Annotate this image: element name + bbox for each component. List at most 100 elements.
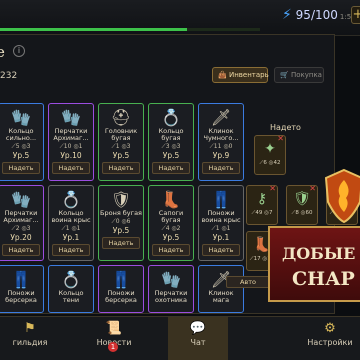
equip-button[interactable]: Надеть [52,244,90,256]
pants-icon: 👖 [111,270,131,289]
item-level: Ур.5 [162,151,180,160]
bottom-nav: ⚑ гильдия 📜Новости1 💬 Чат ⚙ Настройки [0,316,360,360]
item-name-line-2: воина крыс [201,216,241,224]
item-stats: ⟋11 ◎0 [209,143,233,150]
item-level: Ур.20 [10,233,32,242]
nav-item-scroll[interactable]: 📜Новости1 [84,317,144,360]
item-card[interactable]: 💍 Кольцо бугая ⟋3 ◎3 Ур.5 Надеть [148,103,194,181]
unequip-icon[interactable]: ✕ [277,134,284,143]
item-stats: ⟋3 ◎3 [161,143,181,150]
item-name-line-2: Архимаг... [53,134,89,142]
equipped-slot[interactable]: ✕ ✦ ⟋6 ◎42 [254,134,286,175]
equip-button[interactable]: Надеть [202,162,240,174]
item-card[interactable]: 🧤 Кольцо сильно... ⟋5 ◎3 Ур.5 Надеть [0,103,44,181]
item-level: Ур.5 [112,226,130,235]
equipped-stats: ⟋8 ◎60 [291,210,313,216]
auto-equip-button[interactable]: Авто [226,276,270,288]
promo-line-2: СНАР [292,268,355,290]
scroll-icon: 📜 [105,321,123,336]
xp-bar-fill [0,28,188,31]
equip-button[interactable]: Надеть [2,244,40,256]
equip-button[interactable]: Надеть [52,162,90,174]
gloves-icon: 🧤 [11,190,31,209]
item-card[interactable]: 🗡 Клинок мага [198,265,244,313]
energy-counter: ⚡ 95/100 1:53 [282,7,356,23]
item-card[interactable]: 👢 Сапоги бугая ⟋4 ◎2 Ур.5 Надеть [148,185,194,261]
equip-button[interactable]: Надеть [202,244,240,256]
lightning-icon: ⚡ [282,7,292,23]
armor-icon: 🛡 [293,191,311,207]
gloves-icon: 🧤 [161,270,181,289]
equipped-stats: ⟋49 ◎7 [251,210,273,216]
guild-icon: ⚑ [24,321,36,336]
bag-icon: 👜 [218,71,227,79]
key-icon: ⚷ [256,191,268,207]
info-icon[interactable]: i [13,45,25,57]
cart-icon: 🛒 [280,71,289,79]
item-name-line-2: бугая [161,216,181,224]
item-name-line-2: мага [212,296,230,304]
item-level: Ур.1 [212,233,230,242]
nav-item-chat[interactable]: 💬 Чат [168,317,228,360]
item-stats: ⟋10 ◎1 [59,143,83,150]
tab-purchase-label: Покупка [290,71,322,79]
item-card[interactable]: 💍 Кольцо тени [48,265,94,313]
tab-inventory[interactable]: 👜 Инвентарь [212,67,269,83]
item-name-line-2: тени [62,296,80,304]
item-card[interactable]: 🧤 Перчатки охотника [148,265,194,313]
ring-icon: 💍 [61,190,81,209]
nav-label: Настройки [307,338,353,347]
unequip-icon[interactable]: ✕ [269,184,276,193]
add-energy-button[interactable]: + [351,6,360,24]
item-card[interactable]: 🛡 Броня бугая ⟋0 ◎6 Ур.5 Надеть [98,185,144,261]
gloves-icon: 🧤 [11,108,31,127]
blade-icon: 🗡 [210,108,232,127]
gear-icon: ⚙ [324,321,336,336]
item-card[interactable]: 👖 Поножи воина крыс ⟋1 ◎1 Ур.1 Надеть [198,185,244,261]
item-stats: ⟋1 ◎1 [211,225,231,232]
equipped-slot[interactable]: ✕ ⚷ ⟋49 ◎7 [246,184,278,225]
energy-value: 95/100 [295,8,338,22]
item-stats: ⟋1 ◎1 [61,225,81,232]
item-card[interactable]: 🧤 Перчатки Архимаг... ⟋10 ◎1 Ур.10 Надеть [48,103,94,181]
item-name-line-2: охотника [155,296,187,304]
equip-button[interactable]: Надеть [2,162,40,174]
item-name-line-2: берсерка [105,296,137,304]
item-card[interactable]: 👖 Поножи берсерка [98,265,144,313]
nav-label: гильдия [12,338,48,347]
unequip-icon[interactable]: ✕ [309,184,316,193]
pendant-icon: ✦ [264,141,276,157]
item-name-line-2: берсерка [5,296,37,304]
equipped-title: Надето [270,123,301,132]
equip-button[interactable]: Надеть [102,162,140,174]
top-bar: ⚡ 95/100 1:53 + [0,0,360,36]
equipped-slot[interactable]: ✕ 🛡 ⟋8 ◎60 [286,184,318,225]
shield-emblem-icon [324,168,360,224]
nav-item-guild[interactable]: ⚑ гильдия [0,317,60,360]
gold-count: 232 [0,71,18,81]
item-card[interactable]: 👖 Поножи берсерка [0,265,44,313]
tab-purchase[interactable]: 🛒 Покупка [274,67,324,83]
promo-banner[interactable]: ДОБЫЕ СНАР [268,226,360,302]
item-card[interactable]: 💍 Кольцо воина крыс ⟋1 ◎1 Ур.1 Надеть [48,185,94,261]
nav-item-gear[interactable]: ⚙ Настройки [300,317,360,360]
item-card[interactable]: 🧤 Перчатки Архимаг... ⟋2 ◎3 Ур.20 Надеть [0,185,44,261]
gloves-icon: 🧤 [61,108,81,127]
item-name-line-2: сильно... [5,134,37,142]
equip-button[interactable]: Надеть [152,162,190,174]
item-level: Ур.5 [112,151,130,160]
equip-button[interactable]: Надеть [102,237,140,249]
item-name-line-2: воина крыс [51,216,91,224]
item-card[interactable]: ⛑ Головник бугая ⟋1 ◎3 Ур.5 Надеть [98,103,144,181]
item-name-line-2: бугая [161,134,181,142]
item-card[interactable]: 🗡 Клинок Чумного... ⟋11 ◎0 Ур.9 Надеть [198,103,244,181]
item-name-line-2: бугая [111,134,131,142]
armor-icon: 🛡 [110,190,132,209]
helmet-icon: ⛑ [110,108,132,127]
item-level: Ур.5 [12,151,30,160]
equip-button[interactable]: Надеть [152,244,190,256]
item-level: Ур.1 [62,233,80,242]
item-name: Броня бугая [100,209,142,217]
xp-bar [0,28,260,31]
item-stats: ⟋0 ◎6 [111,218,131,225]
